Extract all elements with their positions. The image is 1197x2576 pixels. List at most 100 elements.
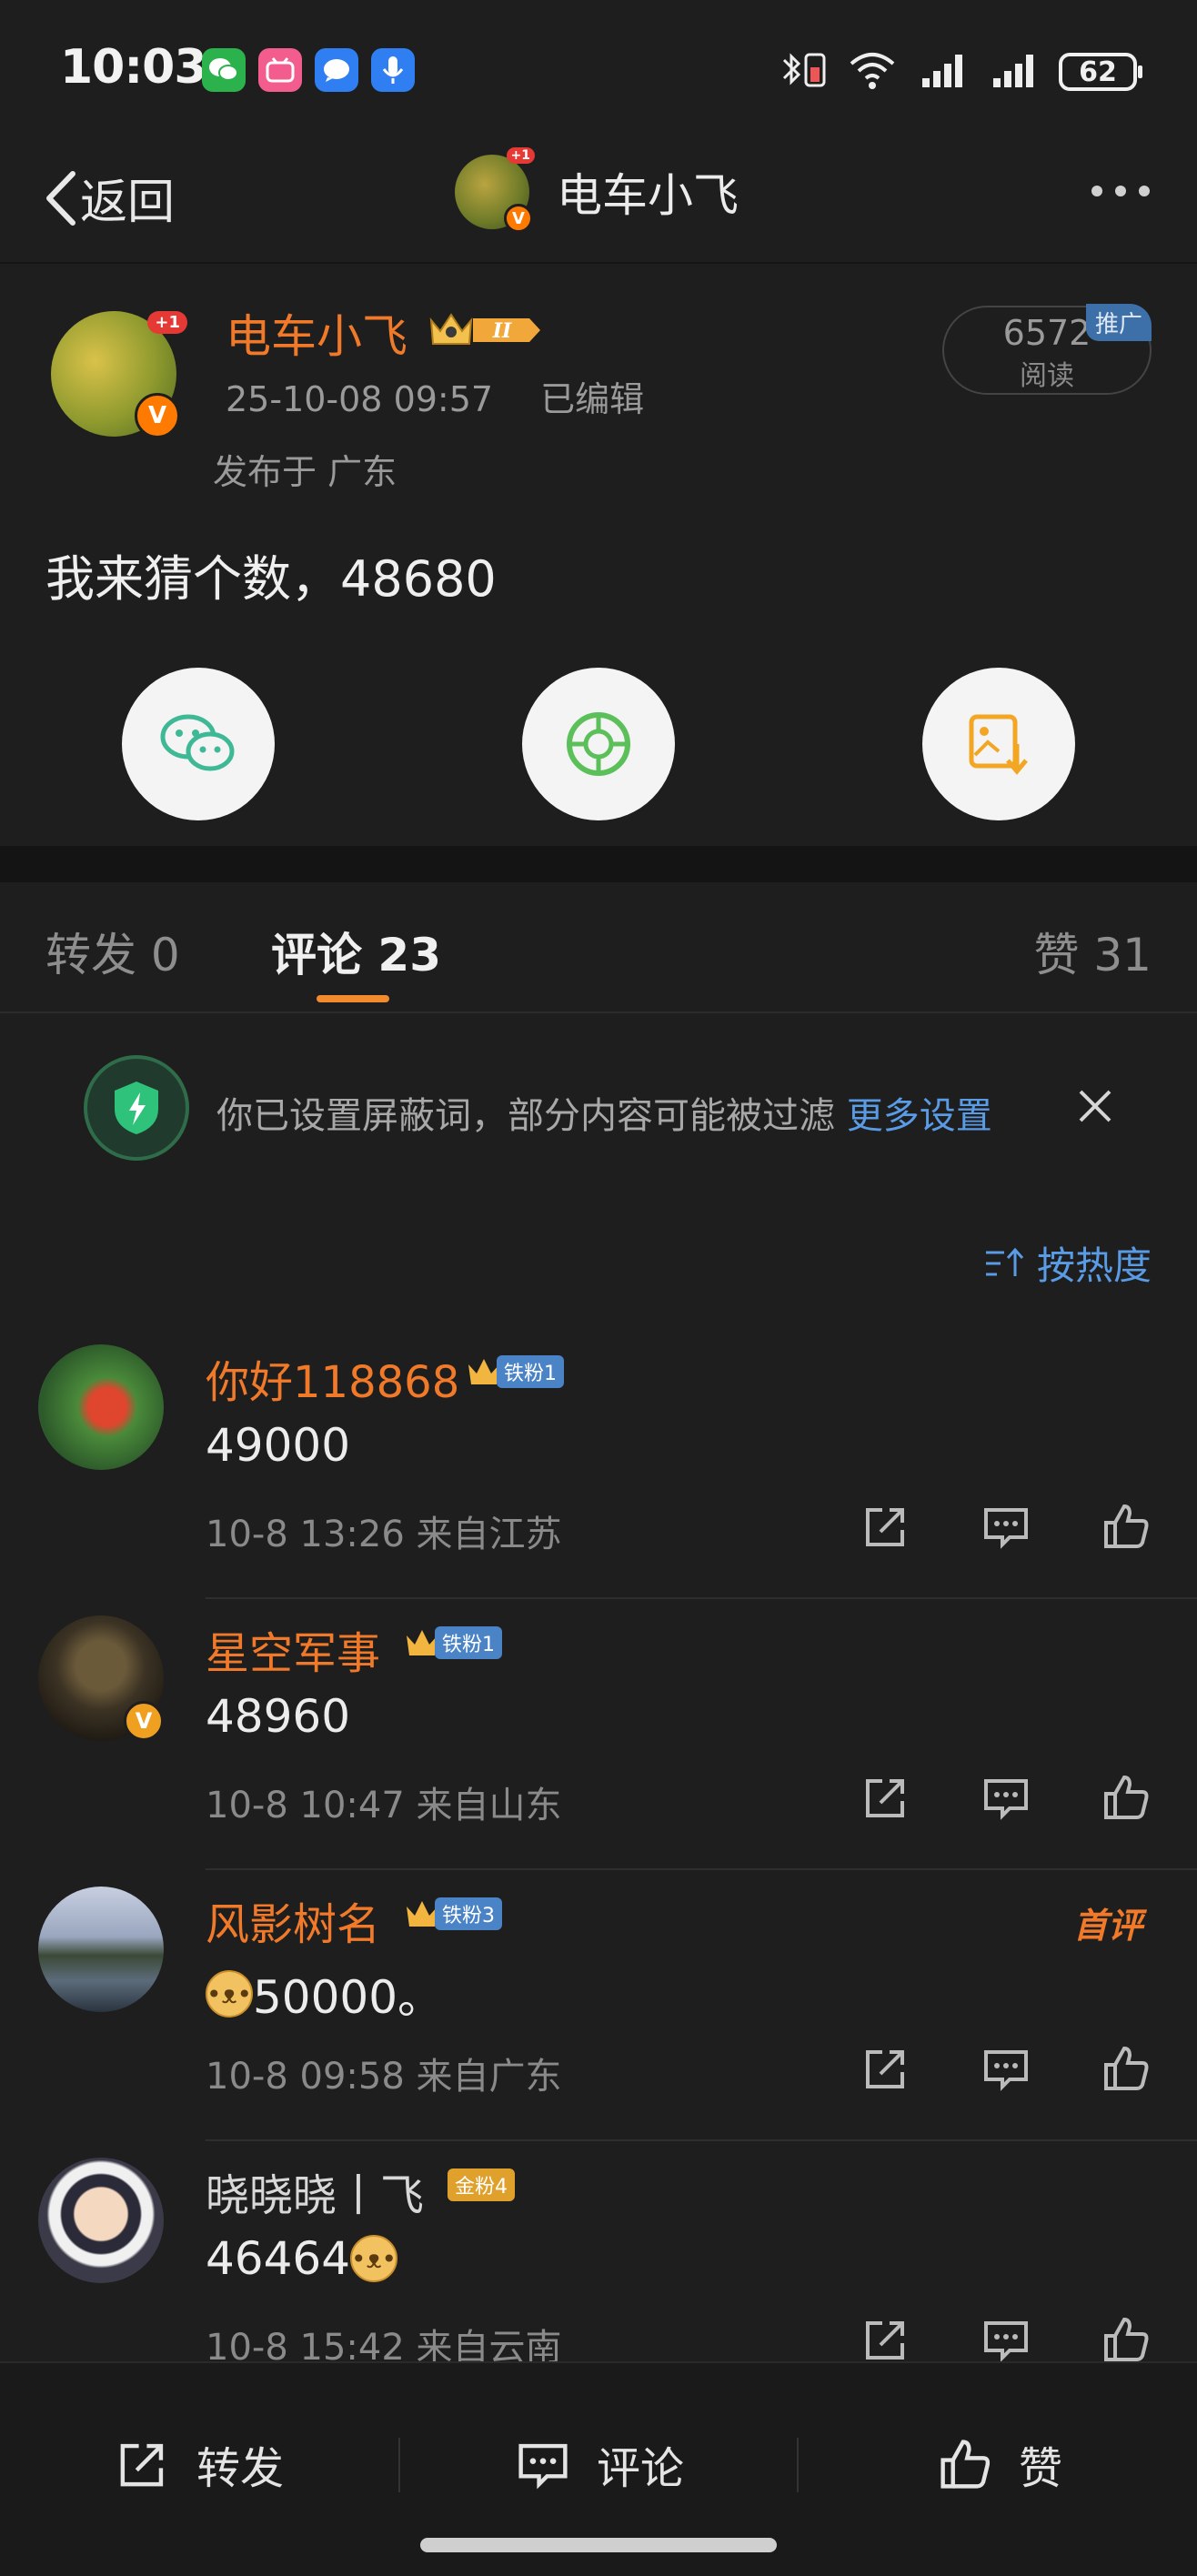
more-icon[interactable] [1091,186,1150,196]
like-icon[interactable] [1101,1501,1152,1552]
fan-label: 金粉4 [448,2168,515,2201]
like-icon[interactable] [1101,2043,1152,2094]
signal-icon [990,47,1042,93]
tab-likes[interactable]: 赞 31 [1033,919,1152,984]
comment-item[interactable]: 风影树名 铁粉3 首评 •ᴥ• 50000。 10-8 09:58 来自广东 [0,1870,1197,2141]
comment-button[interactable]: 评论 [515,2432,684,2496]
fan-badge: 铁粉1 [404,1626,502,1659]
repost-button[interactable]: 转发 [115,2432,284,2496]
back-label: 返回 [80,176,176,230]
comment-meta: 10-8 10:47 来自山东 [206,1785,562,1826]
more-settings-link[interactable]: 更多设置 [847,1095,992,1137]
voice-icon [371,48,415,92]
avatar[interactable] [38,1344,164,1470]
reply-icon[interactable] [981,2043,1031,2094]
divider [398,2438,400,2492]
fan-label: 铁粉1 [435,1626,502,1659]
wechat-icon [202,48,246,92]
clock: 10:03 [60,40,207,95]
save-image-icon [969,714,1028,775]
nav-bar: 返回 +1 V 电车小飞 [0,136,1197,264]
like-button[interactable]: 赞 [937,2432,1062,2496]
section-divider [0,846,1197,882]
share-wechat-button[interactable] [122,668,275,820]
fan-label: 铁粉3 [435,1897,502,1930]
author-name[interactable]: 电车小飞 [226,300,407,366]
page-title: 电车小飞 [557,169,739,222]
commenter-name[interactable]: 晓晓晓丨飞 [206,2159,424,2223]
comment-meta: 10-8 15:42 来自云南 [206,2327,562,2361]
reply-icon[interactable] [981,2314,1031,2361]
comment-meta: 10-8 13:26 来自江苏 [206,1514,562,1555]
close-icon[interactable] [1075,1086,1115,1126]
fan-label: 铁粉1 [497,1355,564,1388]
notice-text: 你已设置屏蔽词，部分内容可能被过滤 更多设置 [216,1086,992,1139]
tab-repost[interactable]: 转发 0 [45,919,180,984]
share-moments-button[interactable] [522,668,675,820]
comment-text: 48960 [206,1690,350,1743]
nav-profile[interactable]: +1 V 电车小飞 [455,147,739,233]
fan-badge: 铁粉1 [466,1355,564,1388]
comment-item[interactable]: 晓晓晓丨飞 金粉4 46464 •ᴥ• 10-8 15:42 来自云南 [0,2141,1197,2361]
save-image-button[interactable] [922,668,1075,820]
chevron-left-icon [46,170,75,226]
wifi-icon [846,47,899,93]
tab-bar: 转发 0 评论 23 赞 31 [0,882,1197,1013]
read-count[interactable]: 6572 阅读 推广 [942,304,1152,395]
like-icon[interactable] [1101,2314,1152,2361]
promo-badge: 推广 [1085,304,1152,341]
commenter-name[interactable]: 星空军事 [206,1617,380,1681]
author-avatar[interactable]: +1 V [51,311,187,438]
moments-icon [567,712,630,776]
level-crown-icon: II [428,307,546,353]
share-icon[interactable] [860,2043,911,2094]
comment-text: •ᴥ• 50000。 [206,1961,443,2027]
post-text: 我来猜个数，48680 [45,550,497,608]
bluetooth-icon [779,47,830,93]
share-icon[interactable] [860,1772,911,1823]
avatar[interactable] [38,1887,164,2012]
comment-text: 46464 •ᴥ• [206,2232,398,2285]
comment-item[interactable]: V 星空军事 铁粉1 48960 10-8 10:47 来自山东 [0,1599,1197,1870]
edited-label: 已编辑 [540,379,645,419]
comment-text-value: 49000 [206,1419,351,1472]
comment-text: 49000 [206,1419,350,1472]
comment-item[interactable]: 你好118868 铁粉1 49000 10-8 13:26 来自江苏 [0,1328,1197,1599]
message-icon [315,48,358,92]
reply-icon[interactable] [981,1501,1031,1552]
comment-icon [518,2443,568,2490]
commenter-name[interactable]: 你好118868 [206,1346,459,1410]
filter-notice: 你已设置屏蔽词，部分内容可能被过滤 更多设置 [0,1046,1197,1182]
shield-icon [84,1055,189,1161]
read-count-label: 阅读 [1020,360,1074,392]
verified-icon: V [504,204,533,233]
comment-label: 评论 [597,2443,685,2494]
post-date: 25-10-08 09:57 [226,379,494,419]
avatar[interactable]: +1 V [455,147,535,233]
commenter-name[interactable]: 风影树名 [206,1888,380,1952]
sort-button[interactable]: 按热度 [984,1235,1152,1291]
divider [797,2438,799,2492]
tab-comments[interactable]: 评论 23 [271,919,441,984]
share-icon[interactable] [860,1501,911,1552]
battery-icon: 62 [1059,53,1142,91]
like-icon[interactable] [1101,1772,1152,1823]
notification-badge: +1 [147,311,187,334]
sort-icon [985,1247,1024,1276]
post-location: 发布于 广东 [213,452,397,492]
wechat-icon [160,714,235,771]
comment-text-value: 50000。 [253,1971,444,2024]
avatar[interactable] [38,2158,164,2283]
level-label: II [492,319,512,343]
share-icon[interactable] [860,2314,911,2361]
fan-badge: 金粉4 [448,2168,515,2201]
comment-meta: 10-8 09:58 来自广东 [206,2056,562,2098]
doge-emoji-icon: •ᴥ• [350,2235,398,2282]
back-button[interactable]: 返回 [42,164,175,232]
verified-icon: V [135,393,180,438]
reply-icon[interactable] [981,1772,1031,1823]
home-indicator[interactable] [420,2538,777,2552]
notice-message: 你已设置屏蔽词，部分内容可能被过滤 [216,1095,835,1137]
comment-text-value: 48960 [206,1690,351,1743]
post-meta: 25-10-08 09:57 已编辑 [226,371,644,421]
